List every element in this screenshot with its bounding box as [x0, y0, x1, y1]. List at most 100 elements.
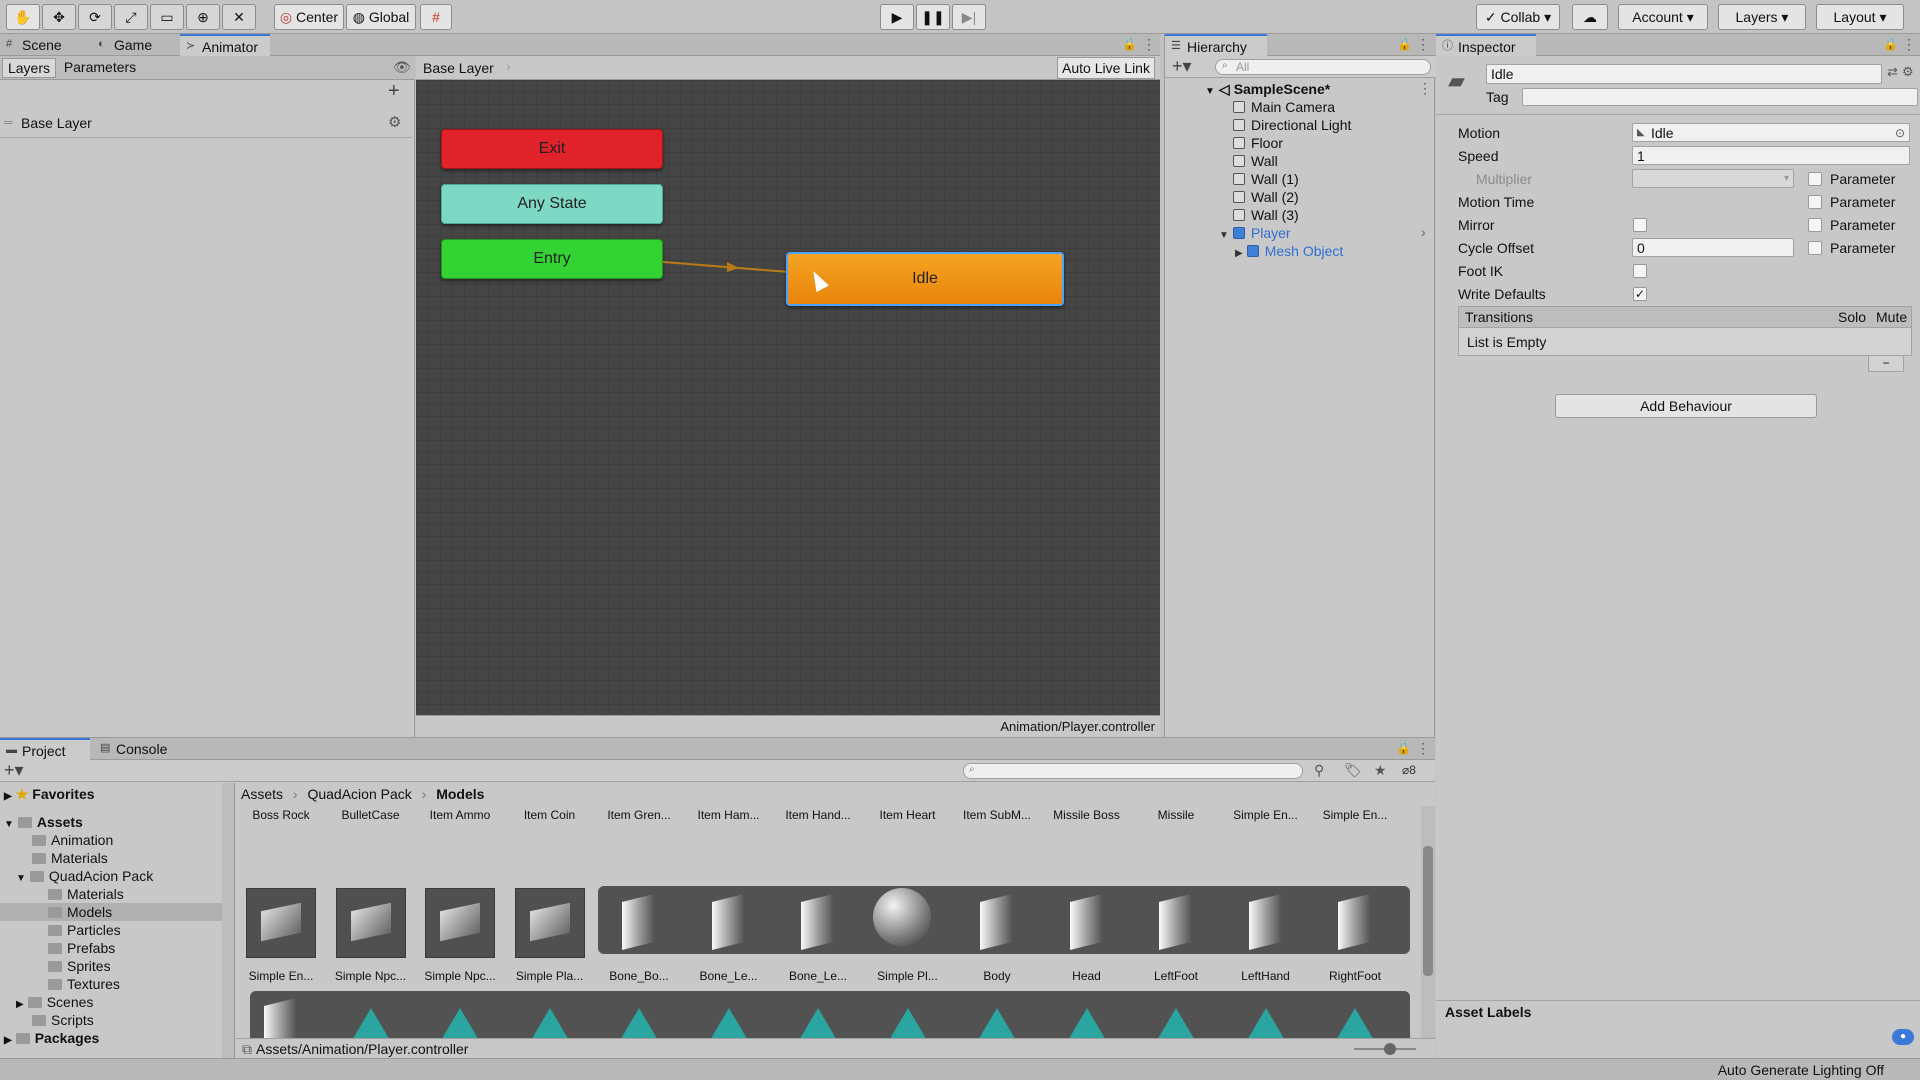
state-entry[interactable]: Entry — [441, 239, 663, 279]
eye-icon[interactable]: 👁 — [393, 59, 411, 76]
more-icon[interactable]: ⋮ — [1902, 36, 1916, 53]
lock-icon[interactable]: 🔒 — [1397, 37, 1412, 51]
drag-handle-icon[interactable]: ═ — [4, 115, 13, 129]
chevron-right-icon[interactable]: › — [1421, 224, 1426, 240]
add-icon[interactable]: +▾ — [1172, 56, 1192, 77]
motion-field[interactable]: ◣ Idle ⊙ — [1632, 123, 1910, 142]
mesh-icon[interactable] — [694, 888, 764, 958]
remove-transition-button[interactable]: − — [1868, 356, 1904, 372]
hierarchy-item[interactable]: Main Camera — [1233, 98, 1335, 116]
state-any[interactable]: Any State — [441, 184, 663, 224]
tree-folder[interactable]: Textures — [48, 975, 120, 993]
tree-favorites[interactable]: ▶ ★ Favorites — [4, 785, 95, 803]
state-exit[interactable]: Exit — [441, 129, 663, 169]
breadcrumb-item[interactable]: Assets — [241, 786, 283, 802]
lock-icon[interactable]: 🔒 — [1883, 37, 1898, 51]
write-defaults-checkbox[interactable]: ✓ — [1633, 287, 1647, 301]
asset-scrollbar[interactable] — [1421, 806, 1435, 1038]
add-behaviour-button[interactable]: Add Behaviour — [1555, 394, 1817, 418]
pause-button[interactable]: ❚❚ — [916, 4, 950, 30]
mirror-checkbox[interactable] — [1633, 218, 1647, 232]
search-by-label-icon[interactable]: 🏷 — [1344, 762, 1362, 779]
settings-icon[interactable]: ⚙ — [1902, 64, 1914, 80]
tab-hierarchy[interactable]: ☰ Hierarchy — [1165, 34, 1267, 56]
tree-folder[interactable]: Sprites — [48, 957, 111, 975]
collapse-arrow-icon[interactable]: ▶ — [4, 1035, 12, 1046]
collapse-arrow-icon[interactable]: ▶ — [16, 999, 24, 1010]
move-icon[interactable]: ✥ — [42, 4, 76, 30]
layout-dropdown[interactable]: Layout ▾ — [1816, 4, 1904, 30]
mesh-icon[interactable] — [1141, 888, 1211, 958]
speed-field[interactable]: 1 — [1632, 146, 1910, 165]
more-icon[interactable]: ⋮ — [1416, 36, 1430, 53]
hand-icon[interactable]: ✋ — [6, 4, 40, 30]
lock-icon[interactable]: 🔒 — [1396, 741, 1411, 755]
tree-folder[interactable]: ▼ QuadAcion Pack — [16, 867, 153, 885]
tree-folder[interactable]: Prefabs — [48, 939, 115, 957]
state-name-field[interactable]: Idle — [1486, 64, 1882, 84]
gear-icon[interactable]: ⚙ — [388, 113, 401, 131]
mesh-icon[interactable] — [962, 888, 1032, 958]
more-icon[interactable]: ⋮ — [1418, 80, 1432, 97]
mesh-icon[interactable] — [783, 888, 853, 958]
model-prefab-icon[interactable] — [425, 888, 495, 958]
tab-scene[interactable]: # Scene — [0, 34, 90, 56]
multiplier-parameter-checkbox[interactable] — [1808, 172, 1822, 186]
rotate-icon[interactable]: ⟳ — [78, 4, 112, 30]
layers-dropdown[interactable]: Layers ▾ — [1718, 4, 1806, 30]
tree-folder[interactable]: Materials — [32, 849, 108, 867]
model-prefab-icon[interactable] — [246, 888, 316, 958]
object-picker-icon[interactable]: ⊙ — [1895, 124, 1905, 142]
zoom-slider-thumb[interactable] — [1384, 1043, 1396, 1055]
mesh-icon[interactable] — [1052, 888, 1122, 958]
custom-tool-icon[interactable]: ✕ — [222, 4, 256, 30]
tab-animator[interactable]: ≻ Animator — [180, 34, 270, 56]
breadcrumb-item[interactable]: Models — [436, 786, 484, 802]
grid-snap-icon[interactable]: # — [420, 4, 452, 30]
hierarchy-item[interactable]: Wall — [1233, 152, 1278, 170]
search-by-type-icon[interactable]: ⚲ — [1314, 762, 1324, 779]
hierarchy-search-input[interactable]: All — [1215, 59, 1431, 75]
breadcrumb-item[interactable]: QuadAcion Pack — [307, 786, 411, 802]
space-global-button[interactable]: ◍ Global — [346, 4, 416, 30]
expand-arrow-icon[interactable]: ▼ — [16, 873, 26, 884]
pivot-center-button[interactable]: ◎ Center — [274, 4, 344, 30]
collapse-arrow-icon[interactable]: ▶ — [1235, 248, 1243, 259]
state-idle[interactable]: Idle — [786, 252, 1064, 306]
multiplier-dropdown[interactable]: ▾ — [1632, 169, 1794, 188]
foot-ik-checkbox[interactable] — [1633, 264, 1647, 278]
tree-folder[interactable]: Scripts — [32, 1011, 94, 1029]
lock-icon[interactable]: 🔒 — [1122, 37, 1137, 51]
tab-inspector[interactable]: ⓘ Inspector — [1436, 34, 1536, 56]
expand-arrow-icon[interactable]: ▼ — [1205, 86, 1215, 97]
collapse-arrow-icon[interactable]: ▶ — [4, 791, 12, 802]
hierarchy-item-mesh-object[interactable]: ▶ Mesh Object — [1235, 242, 1343, 260]
expand-arrow-icon[interactable]: ▼ — [1219, 230, 1229, 241]
breadcrumb[interactable]: Base Layer — [423, 60, 494, 76]
animator-graph[interactable]: Base Layer › Auto Live Link Exit Any Sta… — [416, 56, 1160, 737]
add-icon[interactable]: +▾ — [4, 760, 24, 781]
scene-root[interactable]: ▼ ◁ SampleScene* — [1205, 80, 1330, 98]
mesh-icon[interactable] — [604, 888, 674, 958]
collab-button[interactable]: ✓ Collab ▾ — [1476, 4, 1560, 30]
tag-field[interactable] — [1522, 88, 1918, 106]
hierarchy-item[interactable]: Floor — [1233, 134, 1283, 152]
tab-parameters[interactable]: Parameters — [58, 58, 142, 78]
expand-arrow-icon[interactable]: ▼ — [4, 819, 14, 830]
hierarchy-item[interactable]: Wall (2) — [1233, 188, 1299, 206]
cycle-offset-parameter-checkbox[interactable] — [1808, 241, 1822, 255]
step-button[interactable]: ▶| — [952, 4, 986, 30]
add-layer-icon[interactable]: + — [388, 80, 400, 103]
favorites-star-icon[interactable]: ★ — [1374, 762, 1387, 779]
more-icon[interactable]: ⋮ — [1416, 740, 1430, 757]
tree-assets[interactable]: ▼ Assets — [4, 813, 83, 831]
auto-live-link-button[interactable]: Auto Live Link — [1057, 57, 1155, 79]
cloud-icon[interactable]: ☁ — [1572, 4, 1608, 30]
tree-folder[interactable]: Materials — [48, 885, 124, 903]
model-prefab-icon[interactable] — [514, 888, 585, 958]
sphere-mesh-icon[interactable] — [872, 888, 931, 946]
play-button[interactable]: ▶ — [880, 4, 914, 30]
preset-icon[interactable]: ⇄ — [1887, 64, 1898, 80]
tree-folder-selected[interactable]: Models — [0, 903, 224, 921]
tree-scrollbar[interactable] — [222, 783, 234, 1059]
